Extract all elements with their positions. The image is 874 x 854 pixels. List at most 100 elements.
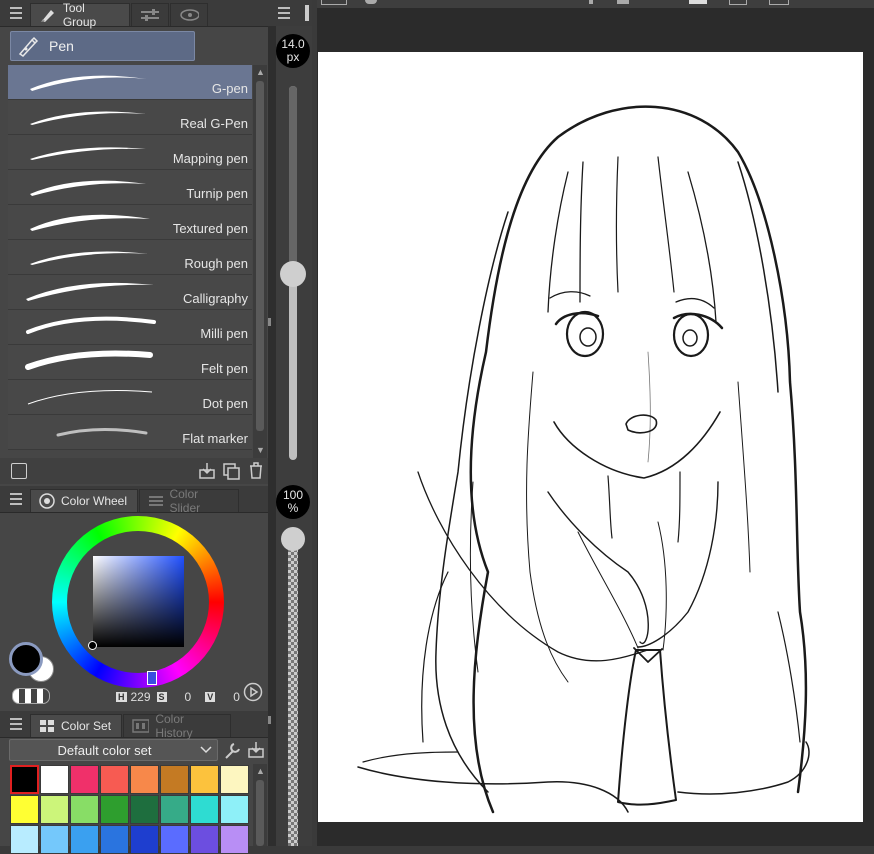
tab-color-slider[interactable]: Color Slider (139, 487, 239, 515)
tab-sliders[interactable] (131, 3, 169, 26)
brush-item-label: Turnip pen (186, 186, 248, 201)
color-swatch[interactable] (40, 825, 69, 854)
play-icon[interactable] (243, 682, 263, 702)
wrench-icon[interactable] (222, 741, 242, 761)
main-color-swatch[interactable] (9, 642, 43, 676)
chevron-down-icon (200, 746, 212, 754)
command-bar-icon[interactable] (729, 0, 747, 5)
panel-divider[interactable] (268, 0, 276, 846)
brush-item-felt-pen[interactable]: Felt pen (8, 345, 252, 380)
brush-list-scroll-thumb[interactable] (256, 81, 264, 431)
transparent-color-toggle[interactable] (12, 688, 50, 704)
divider-grip[interactable] (268, 318, 271, 326)
brush-item-textured-pen[interactable]: Textured pen (8, 205, 252, 240)
panel-menu-icon[interactable] (10, 718, 22, 730)
panel-menu-icon[interactable] (10, 7, 22, 19)
scroll-down-icon[interactable]: ▼ (256, 445, 265, 455)
color-swatch[interactable] (190, 765, 219, 794)
tab-color-set[interactable]: Color Set (30, 714, 122, 737)
brush-item-mapping-pen[interactable]: Mapping pen (8, 135, 252, 170)
value-label: V (205, 692, 216, 702)
brush-size-indicator: 14.0 px (276, 34, 310, 68)
panel-menu-icon[interactable] (278, 7, 290, 19)
color-swatch[interactable] (130, 795, 159, 824)
command-bar-icon[interactable] (365, 0, 377, 4)
brush-size-tab-icon[interactable] (302, 5, 312, 21)
brush-list-scrollbar[interactable]: ▲ ▼ (253, 65, 267, 458)
brush-list: G-pen Real G-Pen Mapping pen Turnip pen … (8, 65, 252, 450)
tool-settings-icon[interactable] (11, 463, 27, 479)
pen-group-label: Pen (49, 38, 74, 54)
brush-item-calligraphy[interactable]: Calligraphy (8, 275, 252, 310)
color-swatch[interactable] (70, 795, 99, 824)
brush-item-milli-pen[interactable]: Milli pen (8, 310, 252, 345)
command-bar-icon[interactable] (617, 0, 629, 4)
tab-tool-group[interactable]: Tool Group (30, 1, 130, 29)
sv-picker-handle[interactable] (88, 641, 97, 650)
color-swatch[interactable] (220, 765, 249, 794)
color-set-scroll-thumb[interactable] (256, 780, 264, 846)
color-swatch[interactable] (100, 765, 129, 794)
tab-tool-property[interactable] (170, 3, 208, 26)
sliders-tab-icon (141, 9, 159, 21)
value-value: 0 (233, 690, 240, 704)
color-swatch[interactable] (190, 795, 219, 824)
color-swatch[interactable] (160, 765, 189, 794)
color-swatch[interactable] (220, 825, 249, 854)
drawing-canvas[interactable] (318, 52, 863, 822)
opacity-unit: % (287, 501, 299, 515)
color-swatch[interactable] (10, 825, 39, 854)
brush-item-g-pen[interactable]: G-pen (8, 65, 252, 100)
brush-size-slider-thumb[interactable] (280, 261, 306, 287)
color-swatch[interactable] (40, 765, 69, 794)
tab-color-wheel[interactable]: Color Wheel (30, 489, 138, 512)
pen-group-button[interactable]: Pen (10, 31, 195, 61)
panel-menu-icon[interactable] (10, 493, 22, 505)
hue-picker-handle[interactable] (147, 671, 157, 685)
color-swatch[interactable] (100, 825, 129, 854)
import-icon[interactable] (247, 741, 265, 759)
color-swatch[interactable] (10, 765, 39, 794)
brush-item-real-g-pen[interactable]: Real G-Pen (8, 100, 252, 135)
opacity-slider-thumb[interactable] (281, 527, 305, 551)
color-swatch[interactable] (10, 795, 39, 824)
download-icon[interactable] (198, 462, 216, 480)
brush-stroke-preview (56, 427, 148, 437)
saturation-value-square[interactable] (93, 556, 184, 647)
trash-icon[interactable] (247, 461, 265, 480)
brush-item-turnip-pen[interactable]: Turnip pen (8, 170, 252, 205)
color-set-dropdown[interactable]: Default color set (9, 739, 218, 761)
tab-color-wheel-label: Color Wheel (61, 494, 128, 508)
color-swatch[interactable] (220, 795, 249, 824)
color-swatch[interactable] (160, 825, 189, 854)
brush-item-label: Rough pen (184, 256, 248, 271)
duplicate-icon[interactable] (222, 462, 240, 480)
tab-color-history[interactable]: Color History (123, 712, 231, 740)
command-bar-icon[interactable] (321, 0, 347, 5)
divider-grip[interactable] (268, 716, 271, 724)
brush-item-dot-pen[interactable]: Dot pen (8, 380, 252, 415)
color-swatch[interactable] (70, 765, 99, 794)
color-swatch[interactable] (160, 795, 189, 824)
color-swatch[interactable] (100, 795, 129, 824)
saturation-value: 0 (184, 690, 192, 704)
brush-item-label: Calligraphy (182, 291, 248, 306)
color-swatch[interactable] (130, 825, 159, 854)
color-swatch[interactable] (40, 795, 69, 824)
command-bar-icon[interactable] (589, 0, 593, 4)
brush-item-flat-marker[interactable]: Flat marker (8, 415, 252, 450)
brush-item-rough-pen[interactable]: Rough pen (8, 240, 252, 275)
tab-color-set-label: Color Set (61, 719, 112, 733)
scroll-up-icon[interactable]: ▲ (256, 67, 265, 77)
command-bar-icon[interactable] (689, 0, 707, 4)
color-swatch[interactable] (190, 825, 219, 854)
hue-label: H (116, 692, 127, 702)
color-swatch[interactable] (130, 765, 159, 794)
scroll-up-icon[interactable]: ▲ (256, 766, 265, 776)
tool-panel-header: Tool Group (0, 0, 268, 29)
command-bar-edge (317, 0, 874, 8)
color-set-scrollbar[interactable]: ▲ (253, 764, 267, 846)
command-bar-icon[interactable] (769, 0, 789, 5)
opacity-slider-track[interactable] (288, 540, 298, 846)
color-swatch[interactable] (70, 825, 99, 854)
